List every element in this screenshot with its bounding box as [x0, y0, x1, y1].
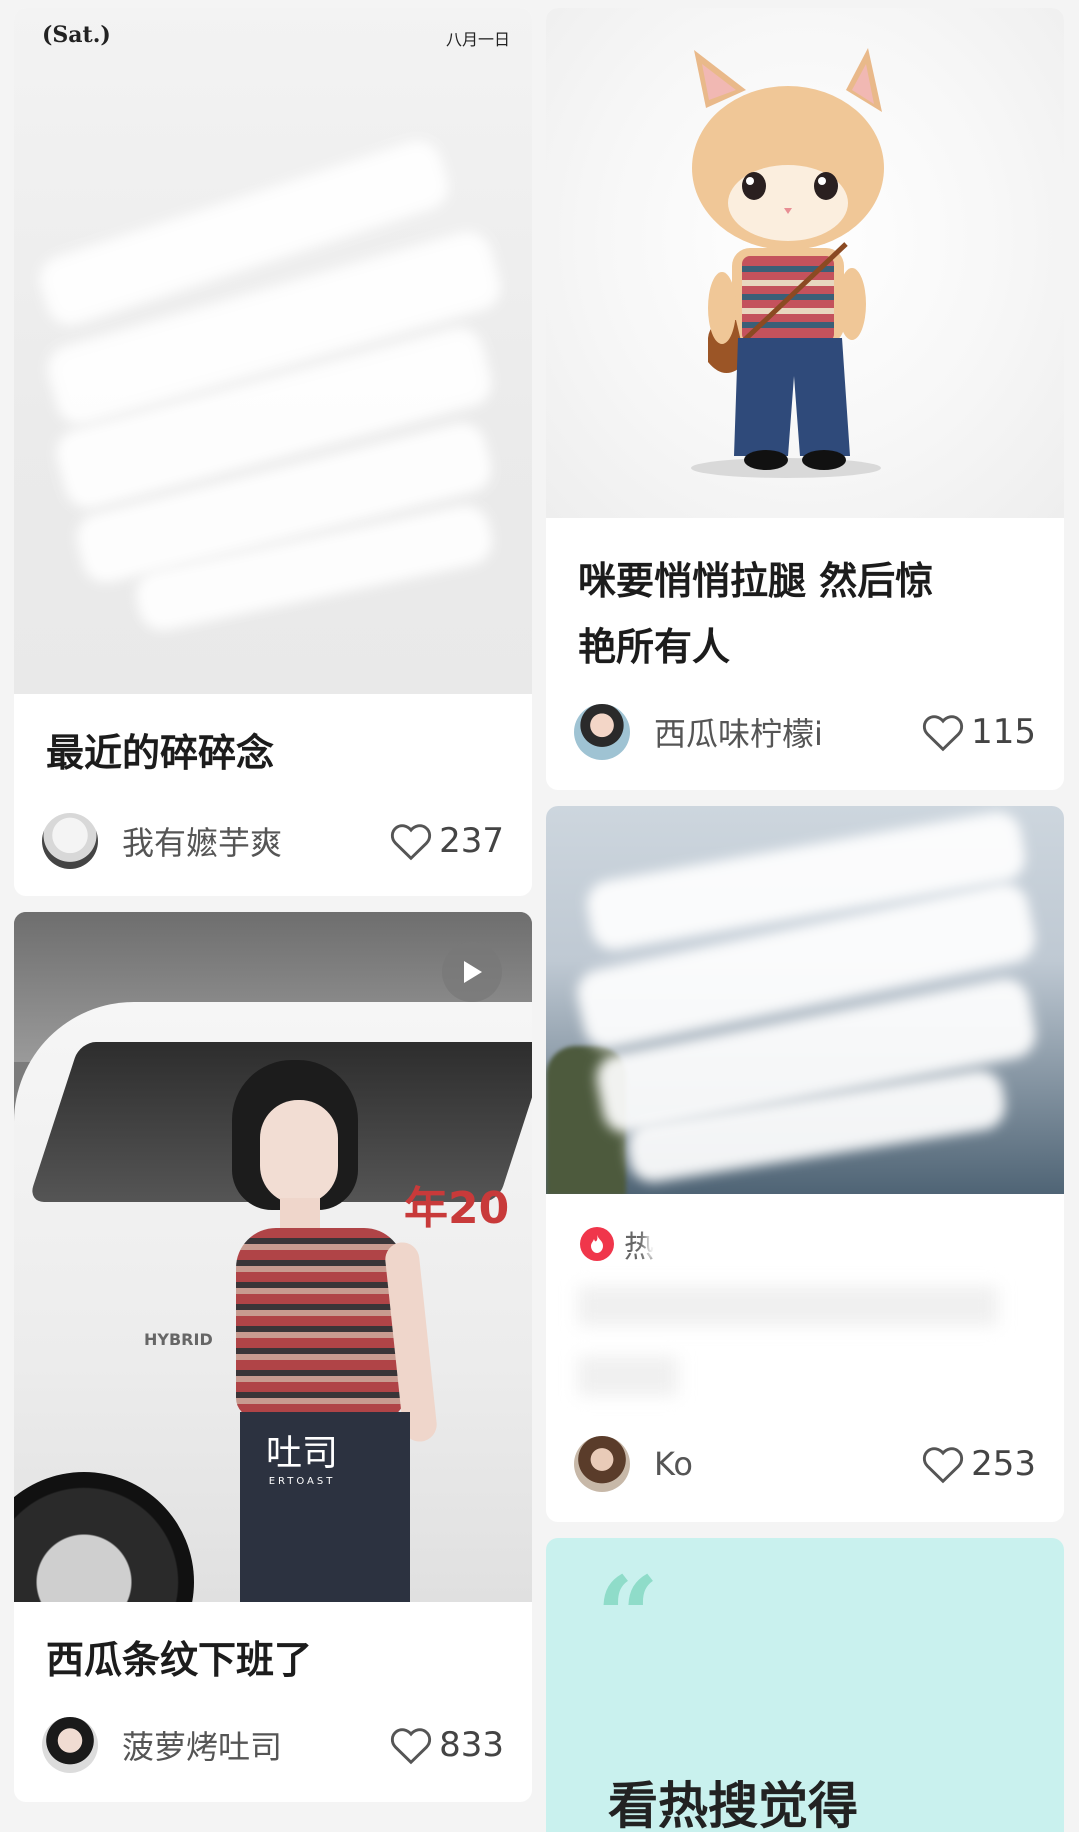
note-card-1[interactable]: (Sat.) 八月一日 最近的碎碎念 我有嬷芋爽 237 [14, 8, 532, 896]
note-card-2[interactable]: 咪要悄悄拉腿 然后惊 艳所有人 西瓜味柠檬i 115 [546, 8, 1064, 790]
note-meta-3: 菠萝烤吐司 833 [42, 1717, 504, 1773]
heart-icon [923, 715, 964, 752]
heart-icon [391, 824, 432, 861]
play-button[interactable] [442, 942, 502, 1002]
avatar[interactable] [574, 1436, 630, 1492]
like-count: 833 [439, 1725, 504, 1765]
feed-grid: (Sat.) 八月一日 最近的碎碎念 我有嬷芋爽 237 咪要悄悄拉腿 然后惊 … [0, 0, 1079, 1832]
hot-tag: 热 [580, 1222, 706, 1266]
note-title-3: 西瓜条纹下班了 [46, 1638, 313, 1682]
like-button[interactable]: 115 [921, 712, 1036, 752]
note-meta-1: 我有嬷芋爽 237 [42, 813, 504, 869]
note-cover-3: 年20 HYBRID 吐司 ERTOAST [14, 912, 532, 1602]
like-button[interactable]: 253 [921, 1444, 1036, 1484]
author-name[interactable]: 我有嬷芋爽 [122, 818, 389, 864]
note-cover-2 [546, 8, 1064, 518]
play-icon [464, 961, 482, 983]
author-name[interactable]: 西瓜味柠檬i [654, 709, 921, 755]
like-count: 115 [971, 712, 1036, 752]
watermark: 吐司 ERTOAST [266, 1424, 338, 1487]
note-cover-1: (Sat.) 八月一日 [14, 8, 532, 694]
kitten-illustration [691, 48, 884, 478]
like-count: 237 [439, 821, 504, 861]
avatar[interactable] [574, 704, 630, 760]
quote-text: 看热搜觉得 [608, 1777, 858, 1832]
car-badge: HYBRID [144, 1330, 213, 1349]
note-title-1: 最近的碎碎念 [46, 731, 275, 775]
person-face [260, 1100, 338, 1204]
hot-tag-smear [646, 1229, 706, 1259]
note-title-2: 咪要悄悄拉腿 然后惊 艳所有人 [578, 548, 1036, 680]
author-name[interactable]: 菠萝烤吐司 [122, 1722, 389, 1768]
note-card-5[interactable]: “ 看热搜觉得 [546, 1538, 1064, 1832]
flame-icon [580, 1227, 614, 1261]
note-card-3[interactable]: 年20 HYBRID 吐司 ERTOAST 西瓜条纹下班了 菠萝烤吐司 833 [14, 912, 532, 1802]
like-button[interactable]: 237 [389, 821, 504, 861]
watermark-text: 吐司 [266, 1433, 339, 1474]
avatar[interactable] [42, 1717, 98, 1773]
quote-mark: “ [596, 1552, 660, 1681]
heart-icon [923, 1447, 964, 1484]
note-meta-4: Ko 253 [574, 1436, 1036, 1492]
banner-text: 年20 [404, 1183, 510, 1234]
like-count: 253 [971, 1444, 1036, 1484]
note-cover-4 [546, 806, 1064, 1194]
watermark-sub: ERTOAST [268, 1476, 336, 1487]
note-card-4[interactable]: 热 Ko 253 [546, 806, 1064, 1522]
cover-day-label: (Sat.) [42, 22, 111, 48]
person-top [236, 1228, 404, 1418]
author-name[interactable]: Ko [654, 1445, 921, 1483]
like-button[interactable]: 833 [389, 1725, 504, 1765]
title-line: 艳所有人 [578, 625, 731, 669]
cover-date-label: 八月一日 [445, 30, 510, 49]
avatar[interactable] [42, 813, 98, 869]
blurred-text [578, 1276, 1018, 1416]
heart-icon [391, 1728, 432, 1765]
note-meta-2: 西瓜味柠檬i 115 [574, 704, 1036, 760]
title-line: 咪要悄悄拉腿 然后惊 [578, 559, 934, 603]
